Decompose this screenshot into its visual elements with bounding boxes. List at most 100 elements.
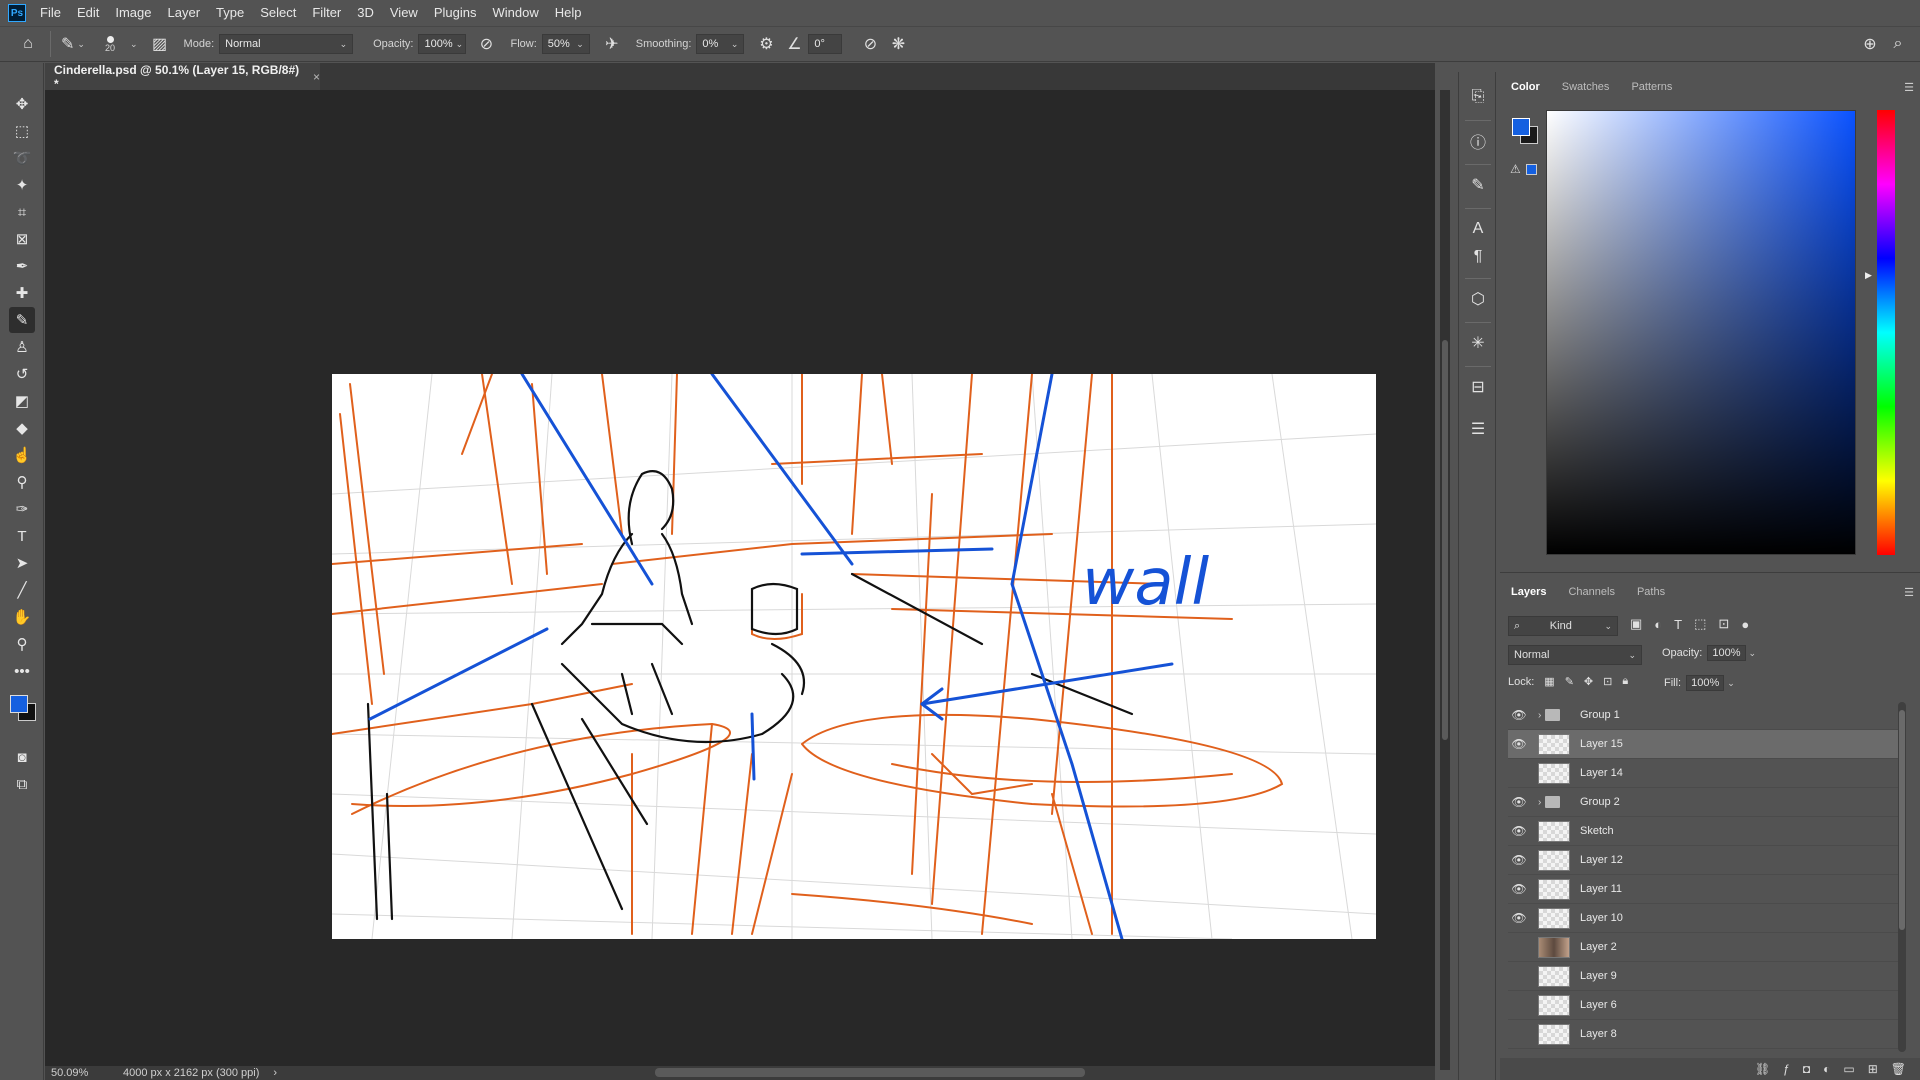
visibility-eye-icon[interactable]: 👁︎ [1508, 795, 1530, 809]
vertical-scrollbar[interactable] [1440, 90, 1450, 1070]
delete-layer-icon[interactable]: 🗑︎ [1891, 1062, 1906, 1076]
filter-toggle-icon[interactable]: ● [1741, 617, 1749, 632]
hue-slider[interactable] [1877, 110, 1895, 555]
brush-tool-icon[interactable]: ✎ [9, 307, 35, 333]
layer-row[interactable]: Layer 9 [1508, 962, 1898, 991]
chevron-down-icon[interactable]: ⌄ [1749, 648, 1757, 659]
zoom-tool-icon[interactable]: ⚲ [9, 631, 35, 657]
eraser-tool-icon[interactable]: ◩ [9, 388, 35, 414]
symmetry-icon[interactable]: ❋ [884, 30, 912, 58]
history-icon[interactable]: ⎘ [1465, 84, 1491, 110]
libraries-icon[interactable]: ✳ [1465, 330, 1491, 356]
info-icon[interactable]: ⓘ [1465, 128, 1491, 154]
lasso-tool-icon[interactable]: ➰ [9, 145, 35, 171]
tab-paths[interactable]: Paths [1626, 577, 1676, 607]
status-arrow-icon[interactable]: › [273, 1067, 277, 1079]
tab-layers[interactable]: Layers [1500, 577, 1557, 607]
smudge-tool-icon[interactable]: ☝ [9, 442, 35, 468]
layer-row[interactable]: 👁︎ › Group 2 [1508, 788, 1898, 817]
hand-tool-icon[interactable]: ✋ [9, 604, 35, 630]
dodge-tool-icon[interactable]: ⚲ [9, 469, 35, 495]
layers-scroll-thumb[interactable] [1899, 710, 1905, 930]
home-icon[interactable]: ⌂ [14, 30, 42, 58]
eyedropper-tool-icon[interactable]: ✒ [9, 253, 35, 279]
color-picker-field[interactable] [1546, 110, 1856, 555]
layer-row[interactable]: 👁︎ Layer 12 [1508, 846, 1898, 875]
history-brush-tool-icon[interactable]: ↺ [9, 361, 35, 387]
brush-settings-icon[interactable]: ▨ [146, 30, 174, 58]
menu-plugins[interactable]: Plugins [426, 0, 485, 26]
canvas-area[interactable]: wall [45, 90, 1435, 1070]
vertical-scroll-thumb[interactable] [1442, 340, 1448, 740]
blend-mode-select[interactable]: Normal ⌄ [1508, 645, 1642, 665]
menu-file[interactable]: File [32, 0, 69, 26]
close-tab-icon[interactable]: × [313, 70, 320, 84]
stamp-tool-icon[interactable]: ♙ [9, 334, 35, 360]
layers-scrollbar[interactable] [1898, 702, 1906, 1052]
adjustment-filter-icon[interactable]: ◐ [1654, 617, 1662, 632]
marquee-tool-icon[interactable]: ⬚ [9, 118, 35, 144]
menu-view[interactable]: View [382, 0, 426, 26]
crop-tool-icon[interactable]: ⌗ [9, 199, 35, 225]
tab-channels[interactable]: Channels [1557, 577, 1625, 607]
visibility-eye-icon[interactable]: 👁︎ [1508, 737, 1530, 751]
add-mask-icon[interactable]: ◘ [1803, 1062, 1810, 1076]
lock-transparency-icon[interactable]: ▦ [1544, 675, 1554, 688]
smoothing-field[interactable]: 0% ⌄ [696, 34, 745, 54]
menu-layer[interactable]: Layer [160, 0, 209, 26]
lock-position-icon[interactable]: ✥ [1584, 675, 1593, 688]
more-tools-icon[interactable]: ••• [9, 658, 35, 684]
type-filter-icon[interactable]: T [1674, 617, 1682, 632]
layer-row[interactable]: 👁︎ Layer 15 [1508, 730, 1898, 759]
visibility-eye-icon[interactable]: 👁︎ [1508, 708, 1530, 722]
visibility-eye-icon[interactable]: 👁︎ [1508, 882, 1530, 896]
layer-row[interactable]: Layer 14 [1508, 759, 1898, 788]
lock-pixels-icon[interactable]: ✎ [1565, 675, 1574, 688]
layer-row[interactable]: Layer 2 [1508, 933, 1898, 962]
layer-row[interactable]: 👁︎ Sketch [1508, 817, 1898, 846]
magic-wand-tool-icon[interactable]: ✦ [9, 172, 35, 198]
layer-opacity-field[interactable]: 100% [1707, 645, 1746, 661]
hue-slider-marker-icon[interactable]: ▶ [1865, 270, 1872, 281]
path-selection-tool-icon[interactable]: ➤ [9, 550, 35, 576]
airbrush-icon[interactable]: ✈ [598, 30, 626, 58]
web-safe-color-swatch[interactable] [1526, 164, 1537, 175]
layer-filter-select[interactable]: ⌕ Kind ⌄ [1508, 616, 1618, 636]
color-panel-swatches[interactable] [1510, 116, 1540, 146]
layer-style-icon[interactable]: ƒ [1783, 1062, 1790, 1076]
move-tool-icon[interactable]: ✥ [9, 91, 35, 117]
menu-window[interactable]: Window [484, 0, 546, 26]
adjustments-icon[interactable]: ☰ [1465, 416, 1491, 442]
character-icon[interactable]: A [1465, 216, 1491, 242]
paint-bucket-tool-icon[interactable]: ◆ [9, 415, 35, 441]
panel-menu-icon[interactable]: ☰ [1904, 81, 1914, 94]
pen-tool-icon[interactable]: ✑ [9, 496, 35, 522]
menu-help[interactable]: Help [547, 0, 590, 26]
healing-brush-tool-icon[interactable]: ✚ [9, 280, 35, 306]
screen-mode-icon[interactable]: ⧉ [9, 771, 35, 797]
visibility-eye-icon[interactable]: 👁︎ [1508, 853, 1530, 867]
foreground-color-swatch[interactable] [1512, 118, 1530, 136]
flow-field[interactable]: 50% ⌄ [541, 34, 590, 54]
layers-panel-menu-icon[interactable]: ☰ [1904, 586, 1914, 599]
angle-field[interactable]: 0° [808, 34, 843, 54]
tab-patterns[interactable]: Patterns [1620, 72, 1683, 102]
chevron-down-icon[interactable]: ⌄ [1727, 678, 1735, 689]
menu-filter[interactable]: Filter [304, 0, 349, 26]
type-tool-icon[interactable]: T [9, 523, 35, 549]
horizontal-scroll-thumb[interactable] [655, 1068, 1085, 1077]
lock-all-icon[interactable]: 🔒︎ [1622, 675, 1628, 688]
properties-icon[interactable]: ⊟ [1465, 374, 1491, 400]
smart-object-filter-icon[interactable]: ⊡ [1718, 616, 1729, 632]
brush-settings-panel-icon[interactable]: ✎ [1465, 172, 1491, 198]
pressure-size-icon[interactable]: ⊘ [856, 30, 884, 58]
quick-mask-icon[interactable]: ◙ [9, 744, 35, 770]
pressure-opacity-icon[interactable]: ⊘ [472, 30, 500, 58]
layer-row[interactable]: Layer 8 [1508, 1020, 1898, 1049]
frame-tool-icon[interactable]: ⊠ [9, 226, 35, 252]
layer-row[interactable]: 👁︎ Layer 10 [1508, 904, 1898, 933]
zoom-level[interactable]: 50.09% [51, 1067, 111, 1079]
pixel-filter-icon[interactable]: ▣ [1630, 616, 1642, 632]
shape-filter-icon[interactable]: ⬚ [1694, 616, 1706, 632]
opacity-field[interactable]: 100% ⌄ [418, 34, 467, 54]
